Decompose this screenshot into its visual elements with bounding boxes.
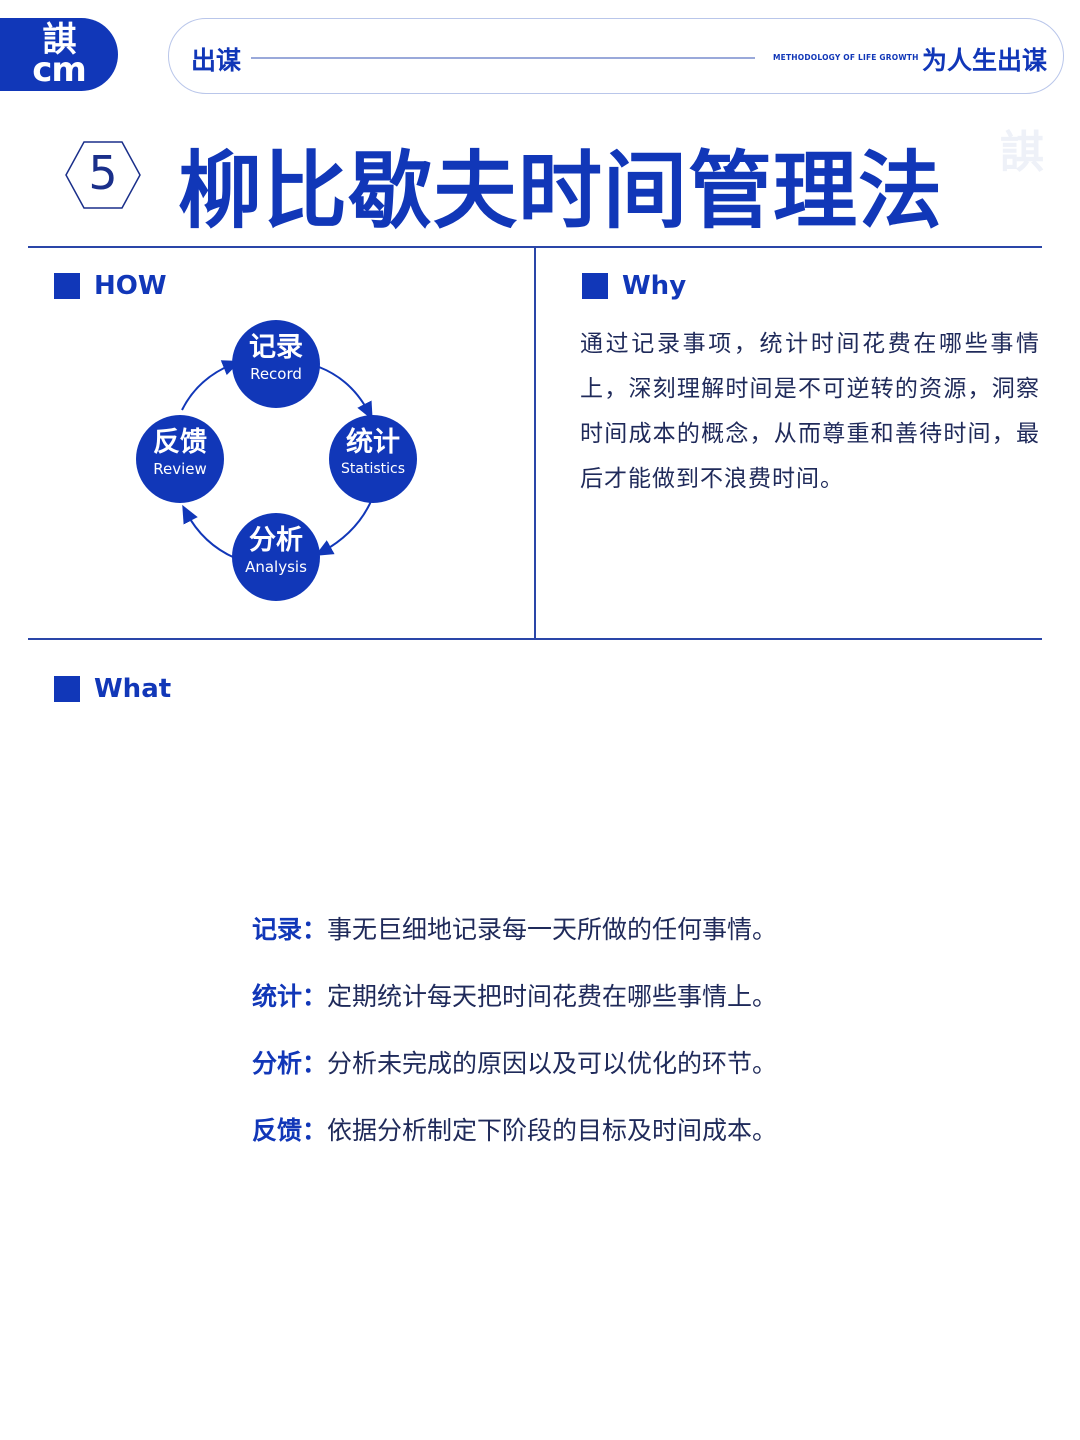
square-bullet-icon xyxy=(54,273,80,299)
cycle-node-en: Review xyxy=(153,460,207,478)
what-heading-label: What xyxy=(94,674,172,704)
cycle-node-zh: 反馈 xyxy=(153,427,207,458)
header-divider xyxy=(251,57,755,59)
cycle-node-zh: 记录 xyxy=(249,332,303,363)
list-item: 反馈：依据分析制定下阶段的目标及时间成本。 xyxy=(252,1109,952,1176)
how-cycle-diagram: 记录 Record 统计 Statistics 分析 Analysis 反馈 R… xyxy=(120,312,440,612)
cycle-node-review: 反馈 Review xyxy=(136,415,224,503)
cycle-node-en: Statistics xyxy=(341,461,405,477)
list-item: 记录：事无巨细地记录每一天所做的任何事情。 xyxy=(252,908,952,975)
header-bar: 出谋 METHODOLOGY OF LIFE GROWTH 为人生出谋 xyxy=(168,18,1064,94)
what-item-text: 定期统计每天把时间花费在哪些事情上。 xyxy=(327,982,778,1011)
logo-line-2: cm xyxy=(32,49,87,90)
square-bullet-icon xyxy=(582,273,608,299)
header-left-label: 出谋 xyxy=(191,46,242,75)
what-item-text: 事无巨细地记录每一天所做的任何事情。 xyxy=(327,915,778,944)
cycle-node-en: Analysis xyxy=(245,558,307,576)
brand-logo: 諆 cm xyxy=(0,18,118,91)
what-item-key: 分析： xyxy=(252,1049,328,1078)
what-item-key: 记录： xyxy=(252,915,328,944)
cycle-node-zh: 统计 xyxy=(346,427,400,458)
what-heading: What xyxy=(54,674,171,704)
header-right-label: 为人生出谋 xyxy=(921,46,1047,75)
cycle-node-record: 记录 Record xyxy=(232,320,320,408)
cycle-node-statistics: 统计 Statistics xyxy=(329,415,417,503)
list-item: 分析：分析未完成的原因以及可以优化的环节。 xyxy=(252,1042,952,1109)
divider-vertical xyxy=(534,246,536,639)
why-paragraph: 通过记录事项，统计时间花费在哪些事情上，深刻理解时间是不可逆转的资源，洞察时间成… xyxy=(580,331,1040,492)
what-item-key: 统计： xyxy=(252,982,328,1011)
cycle-node-en: Record xyxy=(250,365,302,383)
header-caption: METHODOLOGY OF LIFE GROWTH xyxy=(773,53,919,62)
why-heading: Why xyxy=(582,271,686,301)
square-bullet-icon xyxy=(54,676,80,702)
why-heading-label: Why xyxy=(622,271,687,301)
divider-middle xyxy=(28,638,1042,640)
what-item-key: 反馈： xyxy=(252,1116,328,1145)
cycle-node-analysis: 分析 Analysis xyxy=(232,513,320,601)
page-title: 柳比歇夫时间管理法 xyxy=(178,142,944,240)
what-item-text: 依据分析制定下阶段的目标及时间成本。 xyxy=(327,1116,778,1145)
list-item: 统计：定期统计每天把时间花费在哪些事情上。 xyxy=(252,975,952,1042)
what-list: 记录：事无巨细地记录每一天所做的任何事情。 统计：定期统计每天把时间花费在哪些事… xyxy=(252,908,952,1176)
section-number: 5 xyxy=(88,146,118,200)
how-heading-label: HOW xyxy=(94,271,167,301)
what-item-text: 分析未完成的原因以及可以优化的环节。 xyxy=(327,1049,778,1078)
section-number-badge: 5 xyxy=(64,140,142,210)
how-heading: HOW xyxy=(54,271,167,301)
watermark-logo: 諆 xyxy=(1000,127,1044,178)
cycle-node-zh: 分析 xyxy=(249,525,303,556)
